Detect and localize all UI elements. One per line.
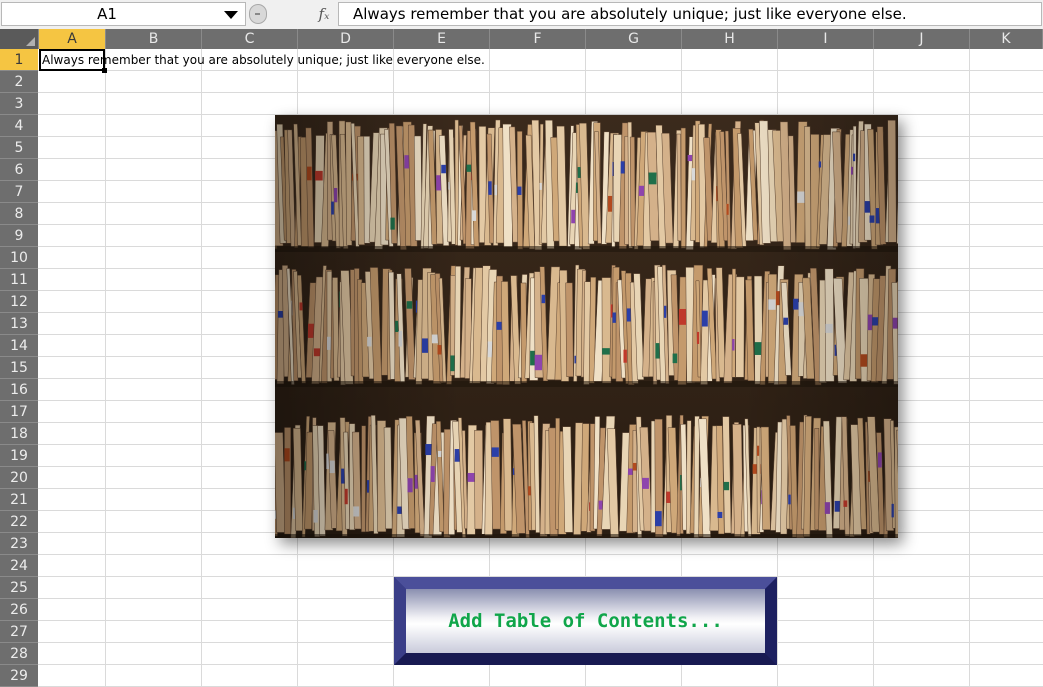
formula-bar: A1 𝑓ₓ Always remember that you are absol… (0, 0, 1043, 30)
column-header-row: A B C D E F G H I J K (0, 29, 1043, 49)
row-header[interactable]: 9 (0, 225, 38, 247)
row-header[interactable]: 3 (0, 93, 38, 115)
row-header[interactable]: 8 (0, 203, 38, 225)
active-cell-a1[interactable] (39, 49, 105, 71)
row-header[interactable]: 6 (0, 159, 38, 181)
name-box[interactable]: A1 (1, 2, 246, 26)
formula-input[interactable]: Always remember that you are absolutely … (338, 2, 1042, 26)
row-header[interactable]: 20 (0, 467, 38, 489)
insert-function-icon[interactable]: 𝑓ₓ (314, 3, 334, 25)
column-header-i[interactable]: I (778, 29, 874, 49)
gridline (38, 554, 1043, 555)
column-header-b[interactable]: B (106, 29, 202, 49)
row-header[interactable]: 25 (0, 577, 38, 599)
cell-a1-text: Always remember that you are absolutely … (42, 53, 485, 67)
gridline (38, 92, 1043, 93)
row-header[interactable]: 24 (0, 555, 38, 577)
file-folders-illustration (275, 115, 898, 538)
row-header[interactable]: 29 (0, 665, 38, 687)
formula-bar-resize-grip-icon[interactable] (249, 4, 267, 24)
row-header[interactable]: 17 (0, 401, 38, 423)
row-header[interactable]: 18 (0, 423, 38, 445)
gridline (969, 49, 970, 687)
row-header[interactable]: 2 (0, 71, 38, 93)
row-header[interactable]: 7 (0, 181, 38, 203)
row-header[interactable]: 13 (0, 313, 38, 335)
row-header[interactable]: 16 (0, 379, 38, 401)
row-header[interactable]: 5 (0, 137, 38, 159)
row-header[interactable]: 23 (0, 533, 38, 555)
row-header[interactable]: 28 (0, 643, 38, 665)
gridline (201, 49, 202, 687)
column-header-d[interactable]: D (298, 29, 394, 49)
row-header[interactable]: 26 (0, 599, 38, 621)
row-header[interactable]: 11 (0, 269, 38, 291)
column-header-j[interactable]: J (874, 29, 970, 49)
column-header-h[interactable]: H (682, 29, 778, 49)
button-face: Add Table of Contents... (406, 589, 765, 653)
column-header-f[interactable]: F (490, 29, 586, 49)
fill-handle[interactable] (102, 68, 107, 73)
row-header[interactable]: 14 (0, 335, 38, 357)
add-table-of-contents-label: Add Table of Contents... (448, 610, 723, 632)
column-header-c[interactable]: C (202, 29, 298, 49)
row-header[interactable]: 10 (0, 247, 38, 269)
gridline (105, 49, 106, 687)
row-header[interactable]: 4 (0, 115, 38, 137)
row-header-column: 1 2 3 4 5 6 7 8 9 10 11 12 13 14 15 16 1… (0, 49, 38, 687)
column-header-k[interactable]: K (970, 29, 1043, 49)
row-header[interactable]: 12 (0, 291, 38, 313)
name-box-value: A1 (97, 5, 117, 23)
column-header-g[interactable]: G (586, 29, 682, 49)
row-header[interactable]: 21 (0, 489, 38, 511)
row-header[interactable]: 19 (0, 445, 38, 467)
row-header[interactable]: 1 (0, 49, 38, 71)
column-header-e[interactable]: E (394, 29, 490, 49)
select-all-corner[interactable] (0, 29, 39, 49)
chevron-down-icon[interactable] (224, 11, 238, 19)
file-folders-photo[interactable] (275, 115, 898, 538)
row-header[interactable]: 15 (0, 357, 38, 379)
add-table-of-contents-button[interactable]: Add Table of Contents... (394, 577, 777, 665)
row-header[interactable]: 22 (0, 511, 38, 533)
row-header[interactable]: 27 (0, 621, 38, 643)
column-header-a[interactable]: A (39, 29, 106, 49)
